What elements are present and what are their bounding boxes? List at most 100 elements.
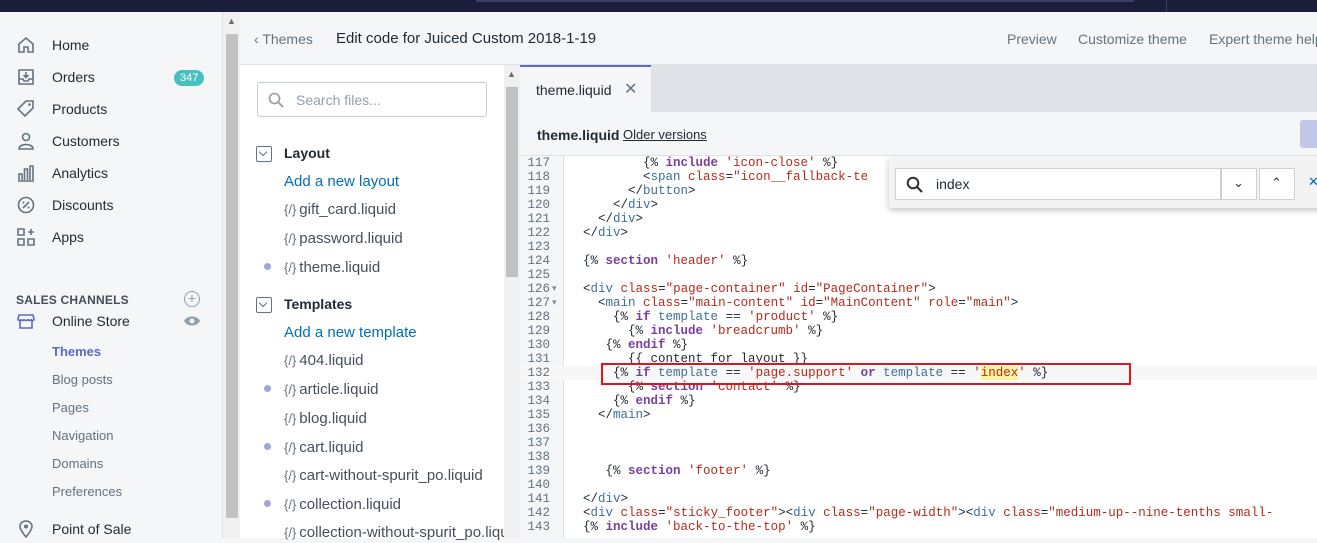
- sidebar-subitem-pages[interactable]: Pages: [52, 400, 89, 415]
- apps-icon: [17, 228, 35, 246]
- chevron-down-icon: ⌄: [1233, 175, 1244, 190]
- find-input[interactable]: index: [895, 168, 1221, 200]
- file-name: cart-without-spurit_po.liquid: [299, 467, 483, 484]
- preview-link[interactable]: Preview: [1007, 31, 1057, 47]
- scroll-up-arrow-icon[interactable]: ▲: [507, 69, 516, 79]
- add-sales-channel-button[interactable]: +: [184, 291, 200, 307]
- sidebar-subitem-preferences[interactable]: Preferences: [52, 484, 122, 499]
- sidebar-item-point-of-sale[interactable]: Point of Sale: [0, 515, 222, 543]
- code-line[interactable]: 141 </div>: [520, 492, 1317, 506]
- sidebar-item-discounts[interactable]: Discounts: [0, 191, 222, 219]
- file-item[interactable]: {/} cart-without-spurit_po.liquid: [284, 467, 483, 484]
- line-number: 143: [527, 520, 550, 534]
- customize-theme-link[interactable]: Customize theme: [1078, 31, 1187, 47]
- file-list-scrollbar[interactable]: ▲: [504, 65, 520, 538]
- code-line[interactable]: 136: [520, 422, 1317, 436]
- code-file-icon: {/}: [284, 411, 297, 426]
- file-item[interactable]: {/} 404.liquid: [284, 352, 364, 369]
- line-number: 128: [527, 310, 550, 324]
- close-icon[interactable]: ✕: [624, 79, 637, 99]
- top-bar-divider: [1166, 0, 1167, 12]
- code-line[interactable]: 130 {% endif %}: [520, 338, 1317, 352]
- scroll-up-arrow-icon[interactable]: ▲: [227, 16, 236, 26]
- sidebar-item-customers[interactable]: Customers: [0, 127, 222, 155]
- sidebar-subitem-themes[interactable]: Themes: [52, 344, 101, 359]
- tab-theme-liquid[interactable]: theme.liquid ✕: [520, 65, 651, 112]
- file-browser: Layout Add a new layout {/}gift_card.liq…: [240, 65, 504, 541]
- code-text: {% endif %}: [583, 338, 689, 352]
- scrollbar-thumb[interactable]: [226, 34, 238, 518]
- file-modified-dot: [264, 263, 271, 270]
- code-line[interactable]: 127 ▾ <main class="main-content" id="Main…: [520, 296, 1317, 310]
- eye-icon[interactable]: [183, 314, 201, 328]
- code-line[interactable]: 129 {% include 'breadcrumb' %}: [520, 324, 1317, 338]
- sidebar-item-label: Point of Sale: [52, 521, 132, 537]
- find-close-button[interactable]: ✕: [1297, 168, 1317, 200]
- file-search[interactable]: [257, 82, 487, 117]
- find-next-button[interactable]: ⌄: [1221, 168, 1257, 200]
- sidebar-subitem-blog-posts[interactable]: Blog posts: [52, 372, 113, 387]
- code-line[interactable]: 143 {% include 'back-to-the-top' %}: [520, 520, 1317, 534]
- sidebar-item-home[interactable]: Home: [0, 31, 222, 59]
- older-versions-link[interactable]: Older versions: [623, 127, 707, 142]
- sidebar-item-orders[interactable]: Orders 347: [0, 63, 222, 91]
- code-line[interactable]: 122 </div>: [520, 226, 1317, 240]
- sidebar-item-label: Products: [52, 101, 108, 117]
- back-to-themes-link[interactable]: ‹ Themes: [254, 31, 313, 47]
- file-item[interactable]: {/} password.liquid: [284, 230, 403, 247]
- code-line[interactable]: 123: [520, 240, 1317, 254]
- code-file-icon: {/}: [284, 353, 297, 368]
- file-item-active[interactable]: {/} theme.liquid: [284, 259, 380, 276]
- sidebar-subitem-navigation[interactable]: Navigation: [52, 428, 113, 443]
- line-number: 127: [527, 296, 550, 310]
- line-number: 133: [527, 380, 550, 394]
- file-name: gift_card.liquid: [299, 201, 397, 218]
- code-line[interactable]: 140: [520, 478, 1317, 492]
- code-line[interactable]: 126 ▾ <div class="page-container" id="Page…: [520, 282, 1317, 296]
- line-number: 123: [527, 240, 550, 254]
- code-line[interactable]: 124 {% section 'header' %}: [520, 254, 1317, 268]
- sidebar-item-products[interactable]: Products: [0, 95, 222, 123]
- sidebar-item-apps[interactable]: Apps: [0, 223, 222, 251]
- file-item[interactable]: {/} gift_card.liquid: [284, 201, 396, 218]
- file-search-input[interactable]: [294, 90, 474, 110]
- code-text: </button>: [583, 184, 696, 198]
- file-item[interactable]: {/} blog.liquid: [284, 410, 367, 427]
- add-new-layout-link[interactable]: Add a new layout: [284, 173, 399, 190]
- add-new-template-link[interactable]: Add a new template: [284, 324, 417, 341]
- orders-icon: [18, 69, 34, 85]
- sidebar-item-online-store[interactable]: Online Store: [0, 307, 222, 335]
- code-text: </div>: [583, 226, 629, 240]
- sidebar-scrollbar[interactable]: ▲: [222, 12, 240, 538]
- code-line[interactable]: 137: [520, 436, 1317, 450]
- code-line[interactable]: 128 {% if template == 'product' %}: [520, 310, 1317, 324]
- file-item[interactable]: {/} article.liquid: [284, 381, 379, 398]
- search-icon: [268, 92, 284, 108]
- expert-theme-help-link[interactable]: Expert theme help: [1209, 31, 1317, 47]
- scrollbar-thumb[interactable]: [506, 87, 518, 277]
- sidebar-subitem-domains[interactable]: Domains: [52, 456, 103, 471]
- line-number: 129: [527, 324, 550, 338]
- code-line[interactable]: 121 </div>: [520, 212, 1317, 226]
- code-line[interactable]: 138: [520, 450, 1317, 464]
- line-number: 119: [527, 184, 550, 198]
- sidebar-item-label: Customers: [52, 133, 120, 149]
- code-line[interactable]: 134 {% endif %}: [520, 394, 1317, 408]
- file-item[interactable]: {/} collection.liquid: [284, 496, 401, 513]
- code-line[interactable]: 135 </main>: [520, 408, 1317, 422]
- global-search-strip[interactable]: [476, 0, 1134, 2]
- find-previous-button[interactable]: ⌃: [1259, 168, 1295, 200]
- file-item[interactable]: {/} cart.liquid: [284, 439, 364, 456]
- code-area[interactable]: 117 {% include 'icon-close' %} 118 <span …: [520, 156, 1317, 538]
- code-line[interactable]: 125: [520, 268, 1317, 282]
- line-number: 131: [527, 352, 550, 366]
- save-button[interactable]: [1300, 120, 1317, 148]
- line-number: 141: [527, 492, 550, 506]
- sidebar-item-analytics[interactable]: Analytics: [0, 159, 222, 187]
- code-text: </main>: [583, 408, 651, 422]
- code-editor-panel: theme.liquid ✕ theme.liquid Older versio…: [520, 65, 1317, 538]
- code-line[interactable]: 142 <div class="sticky_footer"><div class…: [520, 506, 1317, 520]
- code-file-icon: {/}: [284, 260, 297, 275]
- file-item[interactable]: {/} collection-without-spurit_po.liquid: [284, 524, 504, 541]
- code-line[interactable]: 139 {% section 'footer' %}: [520, 464, 1317, 478]
